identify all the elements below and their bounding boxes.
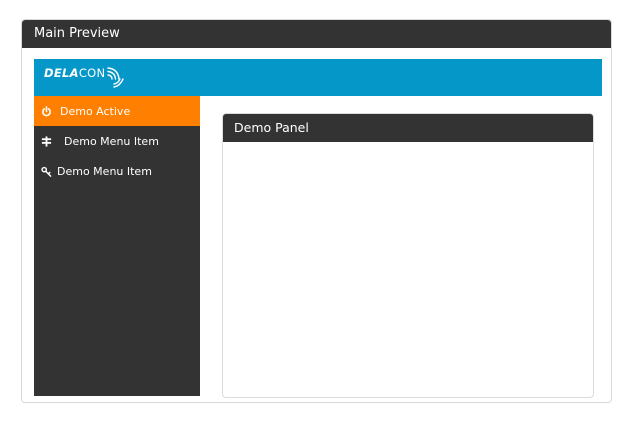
sidebar-item-label: Demo Menu Item <box>64 134 159 148</box>
window-title: Main Preview <box>22 20 611 48</box>
power-icon <box>38 103 54 119</box>
sidebar-item-demo-menu-2[interactable]: Demo Menu Item <box>34 156 200 186</box>
sidebar-item-demo-active[interactable]: Demo Active <box>34 96 200 126</box>
demo-panel: Demo Panel <box>222 113 594 398</box>
logo-text-bold: DELA <box>44 66 79 80</box>
sidebar-item-label: Demo Active <box>60 104 131 118</box>
logo-text: DELACON <box>44 66 105 80</box>
sidebar-item-label: Demo Menu Item <box>57 164 152 178</box>
signpost-icon <box>38 133 54 149</box>
logo-text-light: CON <box>78 66 106 80</box>
signal-waves-icon <box>106 65 128 93</box>
sidebar-item-demo-menu-1[interactable]: Demo Menu Item <box>34 126 200 156</box>
delacon-logo[interactable]: DELACON <box>44 64 128 90</box>
sidebar: Demo Active Demo Menu Item Demo Menu Ite… <box>34 96 200 396</box>
key-icon <box>38 163 54 179</box>
panel-title: Demo Panel <box>223 114 593 142</box>
main-preview-window: Main Preview DELACON Demo Active Demo Me… <box>21 19 612 403</box>
brand-bar: DELACON <box>34 59 602 96</box>
